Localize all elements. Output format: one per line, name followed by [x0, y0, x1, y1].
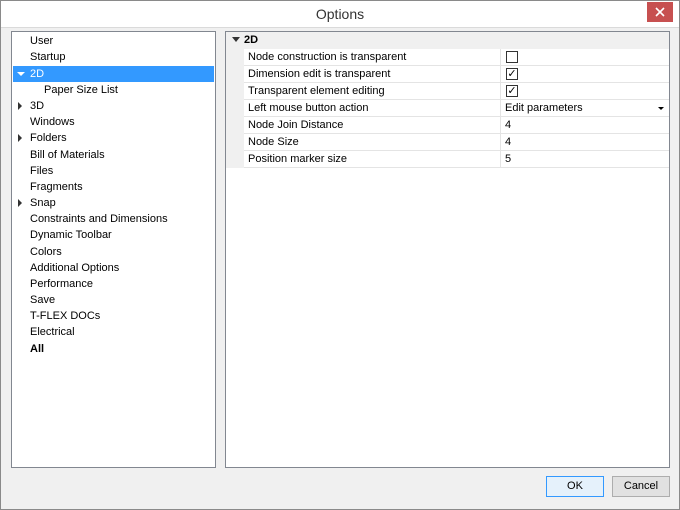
property-row[interactable]: Left mouse button action Edit parameters — [226, 100, 669, 117]
tree-item-paper-size-list[interactable]: Paper Size List — [13, 82, 214, 98]
property-name: Position marker size — [244, 151, 501, 168]
tree-item-label: Fragments — [30, 181, 83, 193]
property-value[interactable]: ✓ — [501, 83, 669, 100]
property-row[interactable]: Dimension edit is transparent ✓ — [226, 66, 669, 83]
tree-item-constraints[interactable]: Constraints and Dimensions — [13, 211, 214, 227]
tree-item-additional-options[interactable]: Additional Options — [13, 260, 214, 276]
tree-item-tflex-docs[interactable]: T-FLEX DOCs — [13, 308, 214, 324]
checkbox-dimension-edit[interactable]: ✓ — [506, 68, 518, 80]
section-title: 2D — [244, 34, 259, 46]
property-name: Node Size — [244, 134, 501, 151]
row-gutter — [226, 100, 244, 117]
property-name: Node Join Distance — [244, 117, 501, 134]
tree-item-label: Folders — [30, 132, 67, 144]
options-tree[interactable]: User Startup 2D Paper Size List 3D Windo… — [11, 31, 216, 468]
collapse-icon[interactable] — [232, 37, 240, 42]
tree-item-files[interactable]: Files — [13, 163, 214, 179]
tree-item-label: Electrical — [30, 326, 75, 338]
tree-item-startup[interactable]: Startup — [13, 49, 214, 65]
expand-icon[interactable] — [18, 102, 22, 110]
property-value[interactable]: ✓ — [501, 66, 669, 83]
tree-item-label: 3D — [30, 100, 45, 112]
tree-item-colors[interactable]: Colors — [13, 244, 214, 260]
tree-item-label: 2D — [30, 68, 45, 80]
tree-item-snap[interactable]: Snap — [13, 195, 214, 211]
row-gutter — [226, 83, 244, 100]
property-row[interactable]: Node Join Distance 4 — [226, 117, 669, 134]
row-gutter — [226, 66, 244, 83]
property-value[interactable] — [501, 49, 669, 66]
tree-item-all[interactable]: All — [13, 341, 214, 357]
expand-icon[interactable] — [18, 134, 22, 142]
section-header[interactable]: 2D — [226, 32, 669, 49]
tree-item-label: Bill of Materials — [30, 149, 105, 161]
tree-item-label: User — [30, 35, 54, 47]
ok-button[interactable]: OK — [546, 476, 604, 497]
tree-item-2d[interactable]: 2D — [13, 66, 214, 82]
window-title: Options — [315, 6, 365, 22]
tree-item-label: Save — [30, 294, 56, 306]
tree-item-user[interactable]: User — [13, 33, 214, 49]
tree-item-label: T-FLEX DOCs — [30, 310, 101, 322]
dropdown-arrow-icon[interactable] — [658, 107, 664, 110]
tree-item-bill-of-materials[interactable]: Bill of Materials — [13, 147, 214, 163]
tree-item-label: Constraints and Dimensions — [30, 213, 168, 225]
tree-item-windows[interactable]: Windows — [13, 114, 214, 130]
tree-item-3d[interactable]: 3D — [13, 98, 214, 114]
collapse-icon[interactable] — [17, 72, 25, 76]
row-gutter — [226, 117, 244, 134]
tree-item-folders[interactable]: Folders — [13, 130, 214, 146]
row-gutter — [226, 134, 244, 151]
tree-item-fragments[interactable]: Fragments — [13, 179, 214, 195]
property-row[interactable]: Node Size 4 — [226, 134, 669, 151]
tree-item-label: Paper Size List — [44, 84, 118, 96]
dropdown-value: Edit parameters — [505, 102, 583, 114]
close-button[interactable] — [647, 2, 673, 22]
tree-item-electrical[interactable]: Electrical — [13, 324, 214, 340]
row-gutter — [226, 151, 244, 168]
tree-item-label: Dynamic Toolbar — [30, 229, 112, 241]
property-grid: 2D Node construction is transparent Dime… — [225, 31, 670, 468]
title-bar: Options — [1, 1, 679, 28]
tree-item-label: Startup — [30, 51, 66, 63]
tree-item-label: Windows — [30, 116, 75, 128]
property-name: Dimension edit is transparent — [244, 66, 501, 83]
row-gutter — [226, 49, 244, 66]
tree-item-performance[interactable]: Performance — [13, 276, 214, 292]
property-value[interactable]: 4 — [501, 134, 669, 151]
tree-item-save[interactable]: Save — [13, 292, 214, 308]
property-value[interactable]: 4 — [501, 117, 669, 134]
expand-icon[interactable] — [18, 199, 22, 207]
left-mouse-action-dropdown[interactable]: Edit parameters — [501, 100, 669, 117]
options-dialog: Options User Startup 2D Paper Size List … — [0, 0, 680, 510]
tree-item-label: Files — [30, 165, 54, 177]
property-value[interactable]: 5 — [501, 151, 669, 168]
property-name: Left mouse button action — [244, 100, 501, 117]
property-name: Node construction is transparent — [244, 49, 501, 66]
property-name: Transparent element editing — [244, 83, 501, 100]
tree-item-label: Snap — [30, 197, 56, 209]
checkbox-transparent-editing[interactable]: ✓ — [506, 85, 518, 97]
close-icon — [655, 7, 665, 17]
tree-item-label: Performance — [30, 278, 93, 290]
property-row[interactable]: Node construction is transparent — [226, 49, 669, 66]
property-row[interactable]: Transparent element editing ✓ — [226, 83, 669, 100]
property-row[interactable]: Position marker size 5 — [226, 151, 669, 168]
checkbox-node-construction[interactable] — [506, 51, 518, 63]
tree-item-dynamic-toolbar[interactable]: Dynamic Toolbar — [13, 227, 214, 243]
tree-item-label: All — [30, 343, 45, 355]
tree-item-label: Additional Options — [30, 262, 120, 274]
tree-item-label: Colors — [30, 246, 62, 258]
cancel-button[interactable]: Cancel — [612, 476, 670, 497]
